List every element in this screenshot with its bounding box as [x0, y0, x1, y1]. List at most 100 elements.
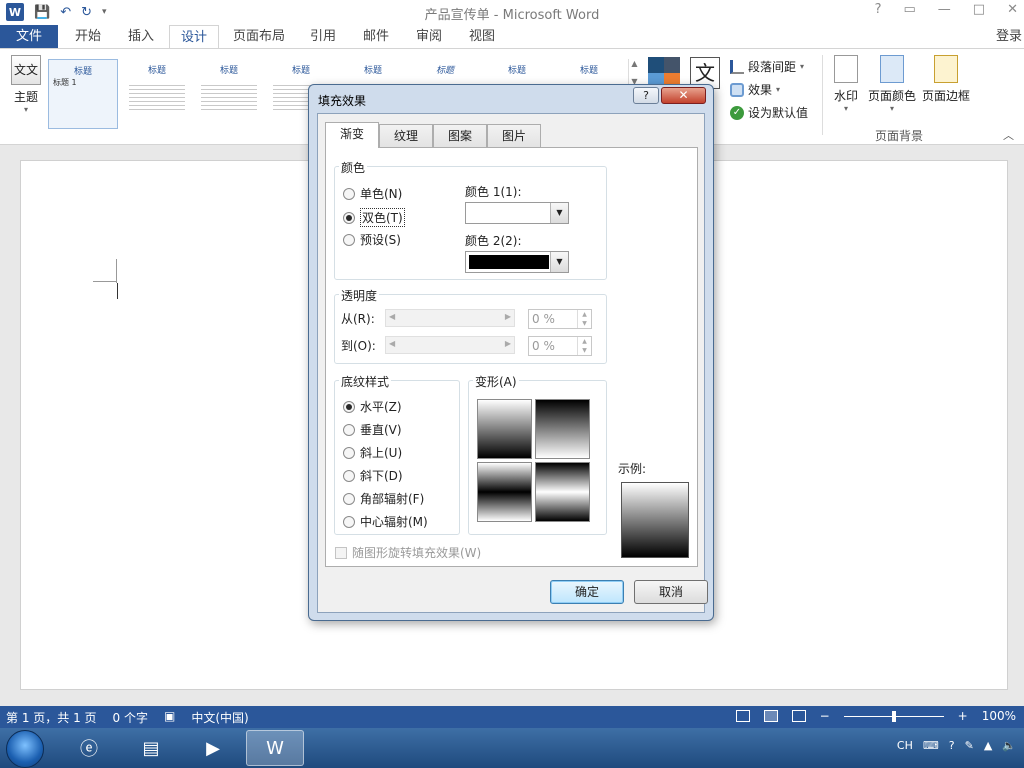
tab-design[interactable]: 设计: [169, 25, 219, 49]
tab-insert[interactable]: 插入: [116, 25, 166, 49]
close-window-button[interactable]: ✕: [1007, 2, 1018, 17]
paragraph-spacing-button[interactable]: 段落间距 ▾: [730, 55, 808, 78]
input-language-indicator[interactable]: CH: [897, 739, 913, 752]
variant-top-right[interactable]: [535, 399, 590, 459]
word-count[interactable]: 0 个字: [113, 709, 148, 726]
color1-dropdown[interactable]: ▼: [465, 202, 569, 224]
web-layout-icon[interactable]: [791, 710, 806, 722]
print-layout-icon[interactable]: [763, 710, 778, 722]
spin-arrows[interactable]: ▲ ▼: [577, 337, 591, 355]
from-slider[interactable]: ◀ ▶: [385, 309, 515, 327]
tab-pattern[interactable]: 图案: [433, 124, 488, 147]
diagonal-down-radio[interactable]: 斜下(D): [343, 467, 403, 484]
from-spinbox[interactable]: 0 % ▲ ▼: [528, 309, 592, 329]
tab-view[interactable]: 视图: [458, 25, 506, 49]
to-value: 0 %: [532, 339, 555, 353]
tab-picture[interactable]: 图片: [487, 124, 542, 147]
variant-bottom-left[interactable]: [477, 462, 532, 522]
tab-home[interactable]: 开始: [62, 25, 114, 49]
themes-button[interactable]: 文文 主题 ▾: [8, 55, 44, 114]
effects-icon: [730, 82, 744, 97]
cancel-button[interactable]: 取消: [634, 580, 708, 604]
start-button[interactable]: [6, 730, 44, 768]
rotate-with-shape-checkbox[interactable]: 随图形旋转填充效果(W): [335, 544, 481, 561]
page-borders-button[interactable]: 页面边框: [922, 55, 970, 104]
radio-circle: [343, 187, 355, 200]
help-button[interactable]: ?: [875, 2, 882, 17]
colors-swatch: [648, 57, 664, 73]
variants-group-label: 变形(A): [473, 373, 519, 390]
word-taskbar-icon[interactable]: W: [246, 730, 304, 766]
themes-icon: 文文: [11, 55, 41, 85]
collapse-ribbon-icon[interactable]: ︿: [1003, 127, 1014, 143]
variant-top-left[interactable]: [477, 399, 532, 459]
tab-mailings[interactable]: 邮件: [352, 25, 400, 49]
tab-gradient[interactable]: 渐变: [325, 122, 380, 148]
page-color-label: 页面颜色: [868, 89, 917, 103]
variant-bottom-right[interactable]: [535, 462, 590, 522]
page-color-button[interactable]: 页面颜色 ▾: [868, 55, 916, 113]
from-corner-radio[interactable]: 角部辐射(F): [343, 490, 424, 507]
horizontal-radio[interactable]: 水平(Z): [343, 398, 402, 415]
from-label: 从(R):: [341, 312, 375, 326]
preset-radio[interactable]: 预设(S): [343, 231, 401, 248]
show-hidden-icons[interactable]: ▲: [984, 739, 992, 752]
two-colors-radio[interactable]: 双色(T): [343, 208, 405, 227]
tab-layout[interactable]: 页面布局: [224, 25, 294, 49]
diagonal-up-radio[interactable]: 斜上(U): [343, 444, 402, 461]
help-icon[interactable]: ?: [949, 739, 955, 752]
zoom-slider[interactable]: [843, 710, 944, 722]
dialog-close-button[interactable]: ✕: [661, 87, 706, 104]
set-as-default-button[interactable]: ✓ 设为默认值: [730, 101, 808, 124]
style-set-item[interactable]: 标题 标题 1: [48, 59, 118, 129]
file-explorer-icon[interactable]: ▤: [122, 730, 180, 766]
themes-label: 主题: [13, 90, 38, 104]
tab-texture[interactable]: 纹理: [379, 124, 434, 147]
effects-button[interactable]: 效果 ▾: [730, 78, 808, 101]
ribbon-display-options-button[interactable]: ▭: [904, 2, 916, 17]
keyboard-icon[interactable]: ⌨: [923, 739, 939, 752]
style-thumb-title: 标题: [219, 66, 238, 76]
from-center-radio[interactable]: 中心辐射(M): [343, 513, 428, 530]
sign-in-link[interactable]: 登录: [996, 25, 1022, 48]
window-title: 产品宣传单 - Microsoft Word: [424, 8, 600, 23]
minimize-button[interactable]: —: [938, 2, 951, 17]
style-set-item[interactable]: 标题: [122, 59, 192, 129]
zoom-slider-thumb[interactable]: [891, 710, 896, 722]
zoom-level[interactable]: 100%: [982, 709, 1016, 723]
radio-circle: [343, 423, 355, 436]
pen-icon[interactable]: ✎: [965, 739, 974, 752]
page-borders-label: 页面边框: [922, 89, 971, 103]
tab-references[interactable]: 引用: [300, 25, 346, 49]
spin-arrows[interactable]: ▲ ▼: [577, 310, 591, 328]
language-indicator[interactable]: 中文(中国): [191, 709, 248, 726]
set-as-default-label: 设为默认值: [748, 106, 809, 120]
to-slider[interactable]: ◀ ▶: [385, 336, 515, 354]
maximize-button[interactable]: □: [973, 2, 985, 17]
internet-explorer-icon[interactable]: ⓔ: [60, 730, 118, 766]
ribbon-tab-bar: 文件 开始 插入 设计 页面布局 引用 邮件 审阅 视图 登录: [0, 25, 1024, 49]
tab-review[interactable]: 审阅: [406, 25, 452, 49]
to-spinbox[interactable]: 0 % ▲ ▼: [528, 336, 592, 356]
shading-styles-group: 底纹样式 水平(Z) 垂直(V) 斜上(U) 斜下(D) 角部辐射(F) 中心辐…: [334, 373, 460, 535]
ok-button[interactable]: 确定: [550, 580, 624, 604]
media-player-icon[interactable]: ▶: [184, 730, 242, 766]
radio-circle: [343, 469, 355, 482]
style-thumb-title: 标题: [363, 66, 382, 76]
watermark-button[interactable]: 水印 ▾: [832, 55, 860, 113]
style-set-item[interactable]: 标题: [194, 59, 264, 129]
zoom-out-button[interactable]: −: [820, 709, 830, 723]
color2-dropdown[interactable]: ▼: [465, 251, 569, 273]
sample-label: 示例:: [618, 462, 647, 476]
vertical-radio[interactable]: 垂直(V): [343, 421, 402, 438]
one-color-radio[interactable]: 单色(N): [343, 185, 402, 202]
dialog-help-button[interactable]: ?: [633, 87, 659, 104]
from-corner-label: 角部辐射(F): [360, 492, 425, 506]
volume-icon[interactable]: 🔈: [1002, 739, 1016, 752]
read-mode-icon[interactable]: [735, 710, 750, 722]
slider-left-arrow: ◀: [389, 312, 396, 321]
zoom-in-button[interactable]: +: [958, 709, 968, 723]
page-count[interactable]: 第 1 页，共 1 页: [6, 709, 97, 726]
tab-file[interactable]: 文件: [0, 25, 58, 49]
proofing-icon[interactable]: ▣: [164, 709, 175, 726]
